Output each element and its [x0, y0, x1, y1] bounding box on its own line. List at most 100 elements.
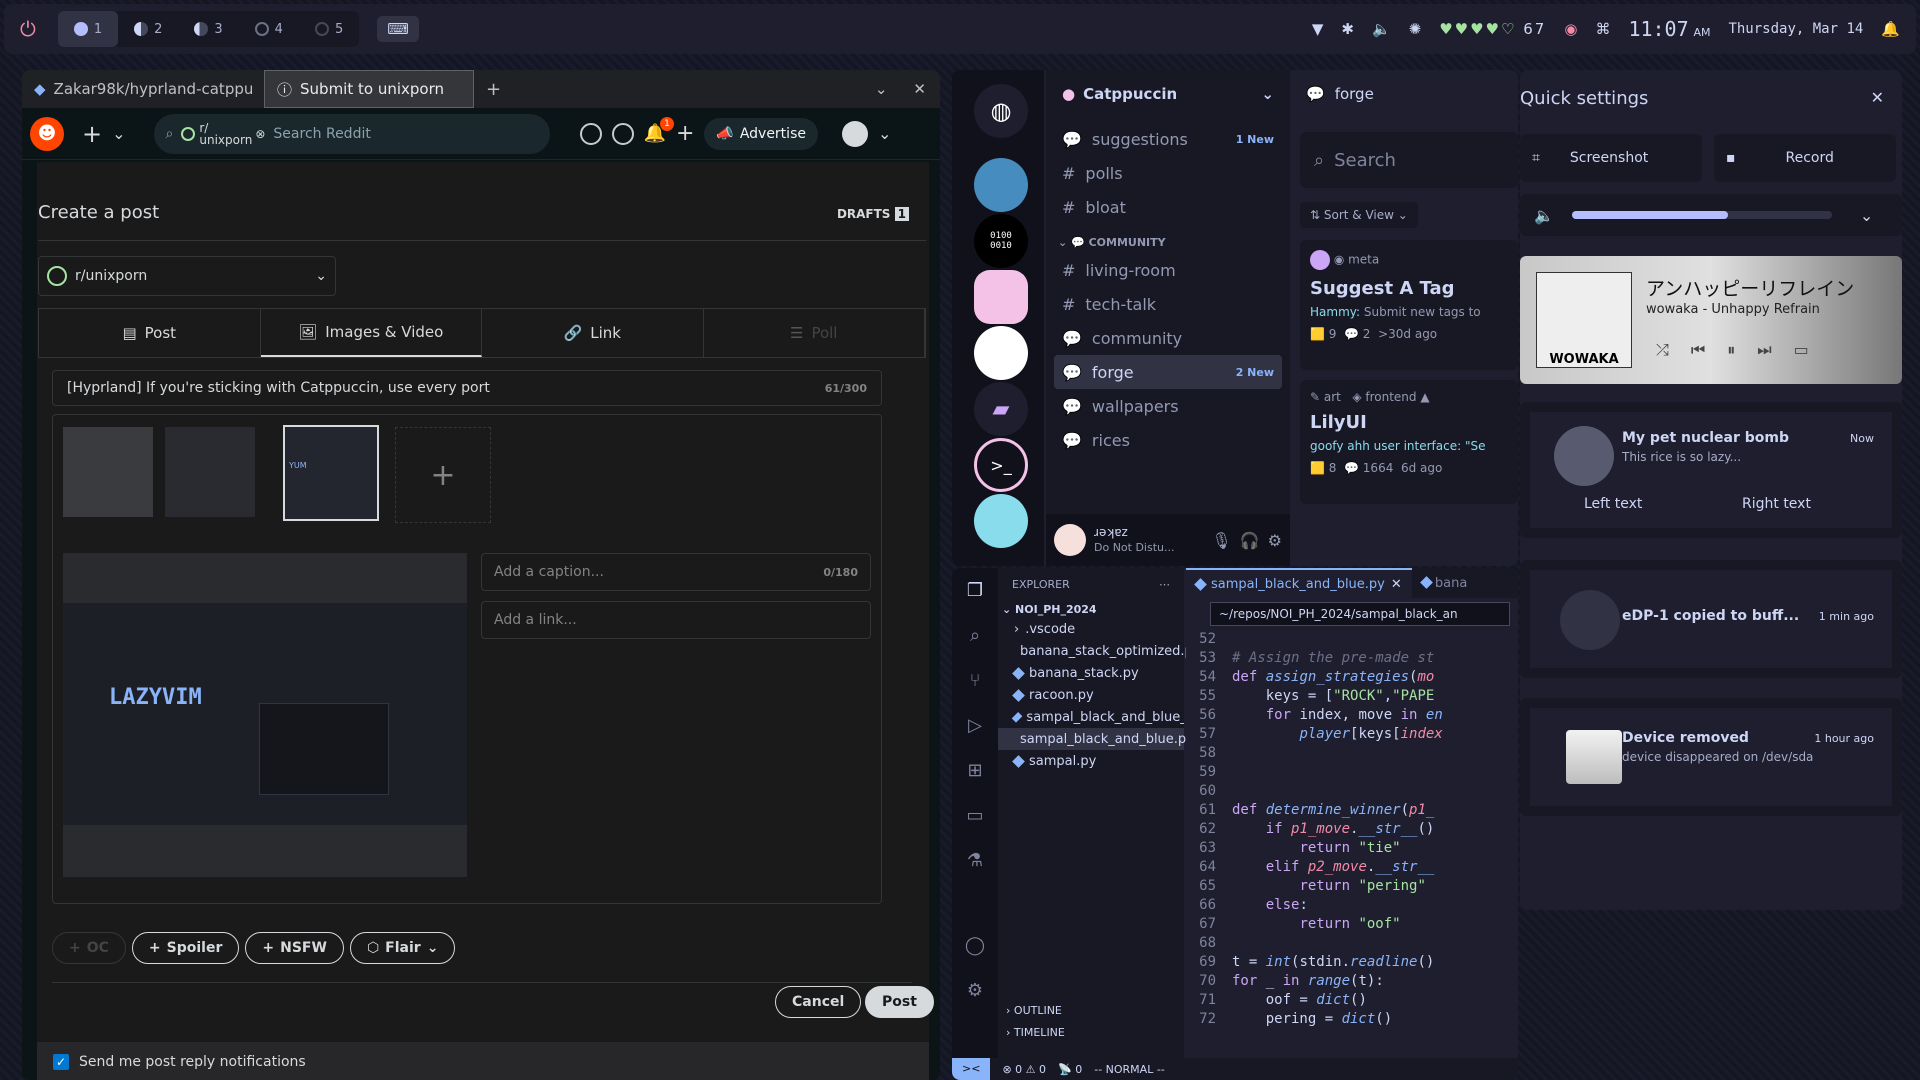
workspace-1[interactable]: 1	[57, 11, 119, 47]
remote-explorer-icon[interactable]: ▭	[966, 805, 983, 826]
cancel-button[interactable]: Cancel	[775, 986, 862, 1018]
tab-post[interactable]: ▤ Post	[39, 309, 261, 357]
channel-suggestions[interactable]: 💬 suggestions 1 New	[1054, 122, 1282, 156]
code-line[interactable]: 58	[1186, 744, 1518, 763]
channel-wallpapers[interactable]: 💬 wallpapers	[1054, 389, 1282, 423]
headphones-icon[interactable]: 🎧	[1240, 531, 1260, 550]
flair-button[interactable]: ⬡ Flair ⌄	[349, 932, 456, 964]
tab-link[interactable]: 🔗 Link	[482, 309, 704, 357]
plus-icon[interactable]: +	[676, 121, 694, 146]
code-line[interactable]: 63 return "tie"	[1186, 839, 1518, 858]
code-line[interactable]: 54 def assign_strategies(mo	[1186, 668, 1518, 687]
brightness-icon[interactable]: ✺	[1409, 20, 1422, 38]
channel-rices[interactable]: 💬 rices	[1054, 423, 1282, 457]
workspace-5[interactable]: 5	[299, 11, 359, 47]
extensions-icon[interactable]: ⊞	[967, 760, 982, 781]
outline-section[interactable]: › OUTLINE	[1006, 1004, 1062, 1017]
run-debug-icon[interactable]: ▷	[968, 715, 982, 736]
server-flower-icon[interactable]	[974, 326, 1028, 380]
new-tab-icon[interactable]: +	[486, 79, 501, 100]
code-line[interactable]: 64 elif p2_move.__str__	[1186, 858, 1518, 877]
tab-list-icon[interactable]: ⌄	[875, 80, 888, 98]
folder-root[interactable]: ⌄ NOI_PH_2024	[998, 601, 1184, 618]
server-binary-icon[interactable]: 0100 0010	[974, 214, 1028, 268]
account-icon[interactable]: ◯	[965, 935, 985, 956]
reddit-logo-icon[interactable]: ☻	[30, 116, 64, 151]
server-header[interactable]: ● Catppuccin ⌄	[1046, 70, 1290, 118]
forum-post[interactable]: ◉ meta Suggest A Tag Hammy: Submit new t…	[1300, 240, 1518, 370]
command-icon[interactable]: ⌘	[1595, 20, 1610, 38]
workspace-2[interactable]: 2	[118, 11, 178, 47]
editor-tab[interactable]: bana	[1412, 576, 1478, 591]
search-bar[interactable]: ⌕ r/ unixporn ⊗ Search Reddit	[153, 113, 550, 154]
clear-icon[interactable]: ⊗	[255, 127, 265, 141]
channel-forge[interactable]: 💬 forge 2 New	[1054, 355, 1282, 389]
popular-icon[interactable]	[579, 122, 602, 145]
keyboard-icon[interactable]: ⌨	[377, 16, 419, 42]
code-line[interactable]: 65 return "pering"	[1186, 877, 1518, 896]
thumbnail-1[interactable]	[63, 427, 153, 517]
drafts-button[interactable]: DRAFTS 1	[837, 207, 909, 221]
notify-checkbox[interactable]: ✓	[53, 1054, 69, 1070]
explorer-icon[interactable]: ❐	[967, 580, 983, 601]
next-icon[interactable]: ⏭	[1757, 340, 1771, 360]
tab-submit[interactable]: ⓘ Submit to unixporn	[264, 70, 474, 108]
chevron-down-icon[interactable]: ⌄	[1860, 206, 1873, 225]
pause-icon[interactable]: ⏸	[1727, 340, 1735, 360]
bluetooth-icon[interactable]: ✱	[1341, 20, 1354, 38]
more-icon[interactable]: ⋯	[1159, 578, 1170, 591]
search-icon[interactable]: ⌕	[970, 625, 980, 646]
settings-gear-icon[interactable]: ⚙	[967, 980, 983, 1001]
code-line[interactable]: 72 pering = dict()	[1186, 1010, 1518, 1029]
mute-icon[interactable]: 🎙	[1211, 531, 1231, 550]
shuffle-icon[interactable]: ⤮	[1656, 340, 1669, 360]
avatar[interactable]	[841, 120, 868, 147]
code-line[interactable]: 55 keys = ["ROCK","PAPE	[1186, 687, 1518, 706]
code-line[interactable]: 57 player[keys[index	[1186, 725, 1518, 744]
channel-community[interactable]: 💬 community	[1054, 321, 1282, 355]
notification-card[interactable]: eDP-1 copied to buff... 1 min ago	[1520, 560, 1902, 678]
server-terminal-icon[interactable]: >_	[974, 438, 1028, 492]
close-icon[interactable]: ✕	[1871, 88, 1884, 107]
code-line[interactable]: 53 # Assign the pre-made st	[1186, 649, 1518, 668]
code-line[interactable]: 52	[1186, 630, 1518, 649]
notification-icon[interactable]: 🔔 1	[644, 117, 674, 144]
code-line[interactable]: 69 t = int(stdin.readline()	[1186, 953, 1518, 972]
close-tab-icon[interactable]: ✕	[1391, 577, 1402, 592]
source-control-icon[interactable]: ⑂	[970, 670, 981, 691]
close-window-icon[interactable]: ✕	[913, 80, 926, 98]
category-community[interactable]: ⌄ 💬 COMMUNITY	[1054, 224, 1282, 253]
file-item[interactable]: banana_stack.py	[998, 662, 1184, 684]
notification-card[interactable]: Device removed 1 hour ago device disappe…	[1520, 698, 1902, 816]
file-item[interactable]: sampal_black_and_blue_optimiz...	[998, 706, 1184, 728]
code-area[interactable]: 52 53 # Assign the pre-made st 54 def assign…	[1186, 626, 1518, 1029]
server-anime-icon[interactable]	[974, 494, 1028, 548]
chevron-down-icon[interactable]: ⌄	[112, 124, 125, 143]
post-button[interactable]: Post	[865, 986, 934, 1018]
spoiler-button[interactable]: + Spoiler	[131, 932, 240, 964]
file-item[interactable]: › .vscode	[998, 618, 1184, 640]
channel-bloat[interactable]: # bloat	[1054, 190, 1282, 224]
forum-search[interactable]: ⌕ Search	[1300, 132, 1518, 188]
record-button[interactable]: ▪ Record	[1714, 134, 1896, 182]
file-item[interactable]: sampal_black_and_blue.py	[998, 728, 1194, 750]
code-line[interactable]: 61 def determine_winner(p1_	[1186, 801, 1518, 820]
notification-bell-icon[interactable]: 🔔	[1881, 20, 1900, 38]
code-line[interactable]: 70 for _ in range(t):	[1186, 972, 1518, 991]
chat-icon[interactable]	[611, 122, 634, 145]
notification-card[interactable]: My pet nuclear bomb Now This rice is so …	[1520, 402, 1902, 538]
code-line[interactable]: 56 for index, move in en	[1186, 706, 1518, 725]
gear-icon[interactable]: ⚙	[1268, 531, 1282, 550]
repeat-icon[interactable]: ▭	[1794, 340, 1809, 360]
channel-tech-talk[interactable]: # tech-talk	[1054, 287, 1282, 321]
sort-button[interactable]: ⇅ Sort & View ⌄	[1300, 202, 1418, 228]
ports-indicator[interactable]: 📡 0	[1058, 1063, 1082, 1076]
editor-tab[interactable]: sampal_black_and_blue.py ✕	[1186, 568, 1412, 598]
problems-indicator[interactable]: ⊗ 0 ⚠ 0	[1002, 1063, 1046, 1076]
create-icon[interactable]: +	[82, 120, 102, 148]
notification-action-right[interactable]: Right text	[1742, 496, 1811, 512]
server-catppuccin-icon[interactable]	[974, 270, 1028, 324]
app-icon[interactable]: ◉	[1564, 20, 1577, 38]
power-icon[interactable]: ⏻	[20, 17, 36, 41]
code-line[interactable]: 60	[1186, 782, 1518, 801]
